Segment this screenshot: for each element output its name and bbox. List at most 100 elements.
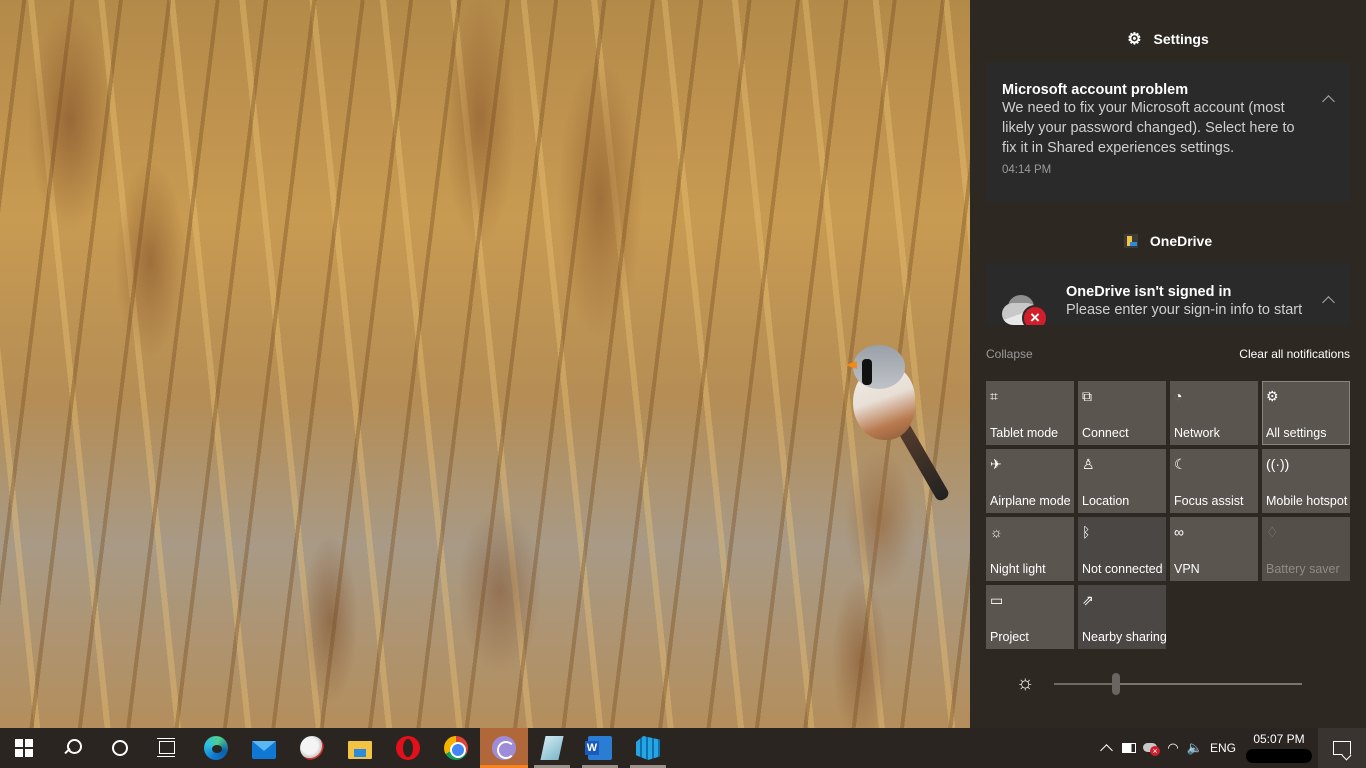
location-icon: ♙ [1082, 456, 1095, 472]
brightness-control: ☼ [986, 672, 1350, 696]
wallpaper-bird [845, 345, 951, 503]
desktop-wallpaper [0, 0, 970, 728]
notification-time: 04:14 PM [1002, 164, 1052, 176]
quick-action-label: VPN [1174, 562, 1200, 576]
quick-action-label: Connect [1082, 426, 1129, 440]
quick-action-label: Network [1174, 426, 1220, 440]
box-app-button[interactable] [624, 728, 672, 768]
snipping-tool-icon [300, 736, 324, 760]
brightness-slider-fill [1054, 683, 1116, 685]
moon-icon: ☾ [1174, 456, 1187, 472]
quick-action-connect[interactable]: ⧉ Connect [1078, 381, 1166, 445]
cortana-icon [108, 736, 132, 760]
brightness-slider[interactable] [1054, 673, 1302, 695]
notification-onedrive[interactable]: × OneDrive isn't signed in Please enter … [986, 263, 1350, 325]
chrome-icon [444, 736, 468, 760]
quick-action-label: Location [1082, 494, 1130, 508]
quick-action-all-settings[interactable]: ⚙ All settings [1262, 381, 1350, 445]
start-button[interactable] [0, 728, 48, 768]
gear-icon: ⚙ [1266, 388, 1279, 404]
bittorrent-icon [492, 736, 516, 760]
quick-action-battery-saver: ♢ Battery saver [1262, 517, 1350, 581]
action-center-button[interactable] [1318, 728, 1366, 768]
quick-action-tablet-mode[interactable]: ⌗ Tablet mode [986, 381, 1074, 445]
project-icon: ▭ [990, 592, 1004, 608]
language-indicator[interactable]: ENG [1206, 728, 1240, 768]
file-explorer-icon [348, 741, 372, 759]
show-hidden-icons-button[interactable] [1094, 728, 1118, 768]
search-icon [60, 736, 84, 760]
edge-button[interactable] [192, 728, 240, 768]
quick-action-mobile-hotspot[interactable]: ((·)) Mobile hotspot [1262, 449, 1350, 513]
chevron-up-icon[interactable] [1322, 293, 1336, 307]
chevron-up-icon[interactable] [1322, 92, 1336, 106]
battery-icon[interactable] [1118, 728, 1140, 768]
collapse-button[interactable]: Collapse [986, 347, 1033, 361]
quick-action-night-light[interactable]: ☼ Night light [986, 517, 1074, 581]
clock-time: 05:07 PM [1253, 732, 1305, 746]
onedrive-error-icon: × [1002, 291, 1050, 325]
clear-all-notifications-button[interactable]: Clear all notifications [1239, 347, 1350, 361]
action-center: ⚙ Settings Microsoft account problem We … [970, 0, 1366, 728]
file-explorer-button[interactable] [336, 728, 384, 768]
quick-action-project[interactable]: ▭ Project [986, 585, 1074, 649]
quick-action-location[interactable]: ♙ Location [1078, 449, 1166, 513]
quick-action-not-connected[interactable]: ᛒ Not connected [1078, 517, 1166, 581]
word-icon [585, 736, 612, 760]
connect-icon: ⧉ [1082, 388, 1092, 404]
quick-action-nearby-sharing[interactable]: ⇗ Nearby sharing [1078, 585, 1167, 649]
box-app-icon [636, 736, 660, 760]
chrome-button[interactable] [432, 728, 480, 768]
volume-icon[interactable]: 🔈 [1184, 728, 1206, 768]
notepad-button[interactable] [528, 728, 576, 768]
quick-action-focus-assist[interactable]: ☾ Focus assist [1170, 449, 1258, 513]
quick-action-vpn[interactable]: ∞ VPN [1170, 517, 1258, 581]
quick-action-label: Focus assist [1174, 494, 1244, 508]
battery-saver-icon: ♢ [1266, 524, 1279, 540]
quick-action-network[interactable]: ◔ Network [1170, 381, 1258, 445]
opera-button[interactable] [384, 728, 432, 768]
quick-action-label: Night light [990, 562, 1046, 576]
snipping-tool-button[interactable] [288, 728, 336, 768]
network-icon: ◔ [1174, 388, 1183, 404]
system-tray: ◠ 🔈 ENG 05:07 PM [1094, 728, 1366, 768]
notification-title: Microsoft account problem [1002, 82, 1189, 98]
taskbar: ◠ 🔈 ENG 05:07 PM [0, 728, 1366, 768]
quick-action-airplane-mode[interactable]: ✈ Airplane mode [986, 449, 1074, 513]
quick-action-label: Battery saver [1266, 562, 1340, 576]
clock[interactable]: 05:07 PM [1240, 728, 1318, 768]
quick-action-label: All settings [1266, 426, 1327, 440]
notification-title: OneDrive isn't signed in [1066, 284, 1232, 300]
onedrive-tray-icon[interactable] [1140, 728, 1162, 768]
notification-body: We need to fix your Microsoft account (m… [1002, 100, 1295, 156]
windows-logo-icon [15, 739, 33, 757]
onedrive-group-header: OneDrive [970, 230, 1366, 252]
quick-actions-grid: ⌗ Tablet mode ⧉ Connect ◔ Network ⚙ All setting… [986, 381, 1350, 649]
gear-icon: ⚙ [1127, 31, 1142, 48]
airplane-icon: ✈ [990, 456, 1002, 472]
night-light-icon: ☼ [990, 524, 1003, 540]
quick-action-label: Not connected [1082, 562, 1163, 576]
group-app-name: Settings [1153, 31, 1209, 47]
search-button[interactable] [48, 728, 96, 768]
mail-button[interactable] [240, 728, 288, 768]
quick-action-label: Project [990, 630, 1029, 644]
tablet-mode-icon: ⌗ [990, 388, 998, 404]
task-view-button[interactable] [144, 728, 192, 768]
notification-body: Please enter your sign-in info to start [1066, 302, 1303, 318]
quick-action-label: Airplane mode [990, 494, 1071, 508]
hotspot-icon: ((·)) [1266, 456, 1290, 472]
quick-action-label: Tablet mode [990, 426, 1059, 440]
onedrive-app-icon [1123, 234, 1138, 248]
bluetooth-icon: ᛒ [1082, 524, 1091, 540]
cortana-button[interactable] [96, 728, 144, 768]
task-view-icon [156, 736, 180, 760]
brightness-slider-thumb[interactable] [1112, 673, 1120, 695]
notification-actions: Collapse Clear all notifications [986, 347, 1350, 361]
wifi-icon[interactable]: ◠ [1162, 728, 1184, 768]
vpn-icon: ∞ [1174, 524, 1184, 540]
group-app-name: OneDrive [1149, 233, 1213, 249]
bittorrent-button[interactable] [480, 728, 528, 768]
notification-microsoft-account[interactable]: Microsoft account problem We need to fix… [986, 62, 1350, 202]
word-button[interactable] [576, 728, 624, 768]
